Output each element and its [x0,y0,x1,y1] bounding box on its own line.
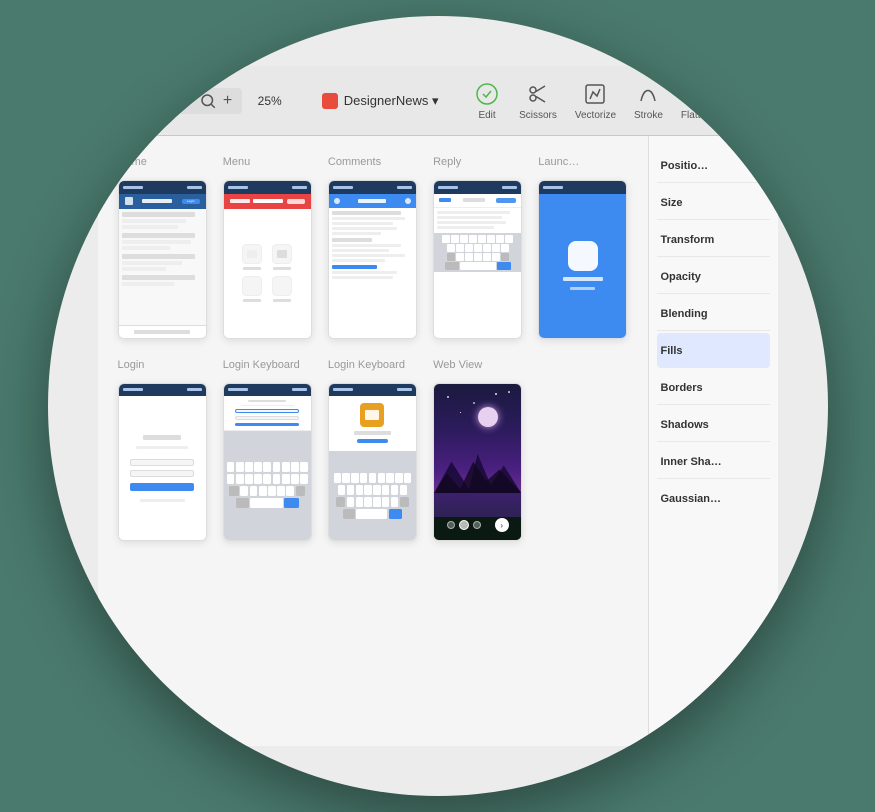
panel-section-shadows[interactable]: Shadows [657,407,770,442]
panel-section-inner-shadow[interactable]: Inner Sha… [657,444,770,479]
section-title-webview: Web View [433,359,522,371]
scissors-tool[interactable]: Scissors [519,80,557,121]
vectorize-label: Vectorize [575,110,616,121]
app-title: DesignerNews ▾ [322,93,439,109]
screens-row1: Login [118,180,628,339]
app-icon [322,93,338,109]
screen-menu[interactable] [223,180,312,339]
panel-section-gaussian[interactable]: Gaussian… [657,481,770,515]
section-title-login-keyboard1: Login Keyboard [223,359,312,371]
vectorize-icon [581,80,609,108]
panel-section-opacity[interactable]: Opacity [657,259,770,294]
panel-opacity-label: Opacity [661,271,701,283]
section-title-menu: Menu [223,156,312,168]
right-panel: Positio… Size Transform Opacity Blending… [648,136,778,746]
panel-transform-label: Transform [661,234,715,246]
section-title-login: Login [118,359,207,371]
section-title-home: Home [118,156,207,168]
flatten-tool[interactable]: Flatten [681,80,712,121]
zoom-value: 25% [252,94,287,108]
toolbar: Colors − + 25% DesignerNews ▾ [98,66,778,136]
screen-empty [538,383,627,542]
stroke-label: Stroke [634,110,663,121]
screen-webview[interactable]: › [433,383,522,542]
section-title-launch: Launc… [538,156,627,168]
edit-icon [473,80,501,108]
screen-reply[interactable] [433,180,522,339]
edit-tool[interactable]: Edit [473,80,501,121]
union-tool[interactable]: Union [730,80,758,121]
panel-position-label: Positio… [661,160,709,172]
search-icon[interactable] [199,92,217,110]
flatten-label: Flatten [681,110,712,121]
panel-section-fills[interactable]: Fills [657,333,770,368]
stroke-tool[interactable]: Stroke [634,80,663,121]
panel-section-size[interactable]: Size [657,185,770,220]
section-title-empty [538,359,627,371]
screen-home[interactable]: Login [118,180,207,339]
panel-gaussian-label: Gaussian… [661,493,722,505]
screen-login[interactable] [118,383,207,542]
toolbar-right: Edit Scissors [473,80,757,121]
panel-section-borders[interactable]: Borders [657,370,770,405]
zoom-controls: − + [174,88,243,114]
canvas-area[interactable]: Home Menu Comments Reply Launc… [98,136,648,746]
vectorize-tool[interactable]: Vectorize [575,80,616,121]
section-title-comments: Comments [328,156,417,168]
zoom-plus-button[interactable]: + [223,92,232,110]
panel-blending-label: Blending [661,308,708,320]
stroke-icon [634,80,662,108]
scissors-icon [524,80,552,108]
screen-launch[interactable] [538,180,627,339]
panel-section-position[interactable]: Positio… [657,148,770,183]
colors-label: Colors [125,119,157,131]
union-icon [730,80,758,108]
panel-shadows-label: Shadows [661,419,709,431]
color-wheel-icon [118,71,164,117]
panel-section-transform[interactable]: Transform [657,222,770,257]
flatten-icon [682,80,710,108]
toolbar-center: DesignerNews ▾ [297,93,463,109]
app-window: Colors − + 25% DesignerNews ▾ [48,16,828,796]
screen-login-keyboard2[interactable] [328,383,417,542]
panel-inner-shadow-label: Inner Sha… [661,456,722,468]
main-content: Home Menu Comments Reply Launc… [98,136,778,746]
scissors-label: Scissors [519,110,557,121]
zoom-minus-button[interactable]: − [184,92,193,110]
union-label: Union [730,110,756,121]
edit-label: Edit [478,110,495,121]
screens-row2: › [118,383,628,542]
scroll-indicator [768,146,774,176]
panel-size-label: Size [661,197,683,209]
section-title-login-keyboard2: Login Keyboard [328,359,417,371]
app-title-text[interactable]: DesignerNews ▾ [344,93,439,109]
panel-borders-label: Borders [661,382,703,394]
panel-section-blending[interactable]: Blending [657,296,770,331]
screen-comments[interactable] [328,180,417,339]
panel-fills-label: Fills [661,345,683,357]
section-title-reply: Reply [433,156,522,168]
colors-tool[interactable]: Colors [118,71,164,131]
screen-login-keyboard1[interactable] [223,383,312,542]
